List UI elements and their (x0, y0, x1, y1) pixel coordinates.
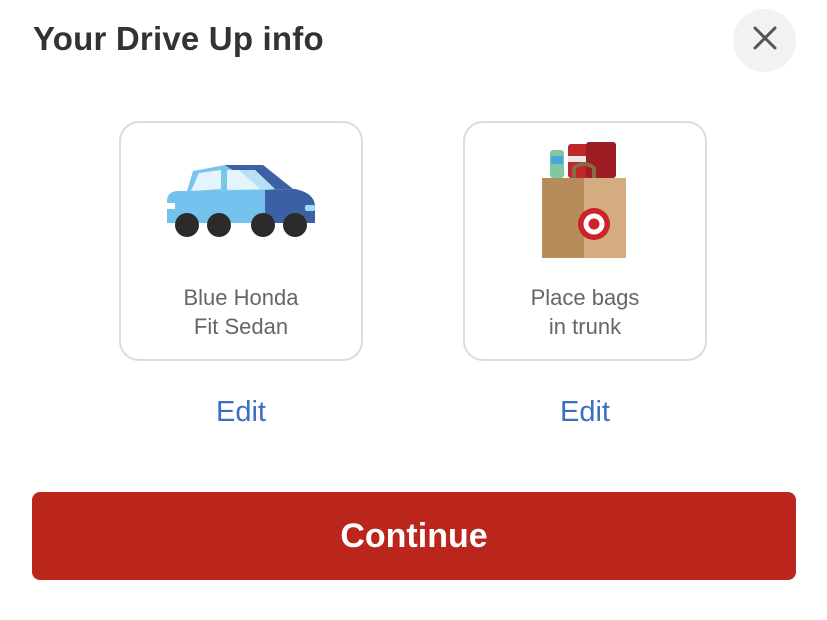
dialog-title: Your Drive Up info (33, 20, 324, 57)
continue-button[interactable]: Continue (32, 492, 796, 580)
pickup-instructions-card[interactable]: Place bags in trunk (463, 121, 707, 361)
edit-pickup-link[interactable]: Edit (463, 396, 707, 429)
edit-vehicle-link[interactable]: Edit (119, 396, 363, 429)
drive-up-info-dialog: Your Drive Up info Blue Honda Fit Sedan … (0, 0, 827, 620)
pickup-line-2: in trunk (548, 314, 622, 339)
vehicle-line-1: Blue Honda (183, 285, 299, 310)
vehicle-card[interactable]: Blue Honda Fit Sedan (119, 121, 363, 361)
vehicle-line-2: Fit Sedan (193, 314, 289, 339)
pickup-line-1: Place bags (530, 285, 640, 310)
close-button[interactable] (733, 9, 796, 72)
close-icon (752, 25, 778, 56)
vehicle-description: Blue Honda Fit Sedan (121, 283, 361, 341)
pickup-description: Place bags in trunk (465, 283, 705, 341)
car-icon (165, 161, 317, 246)
shopping-bag-icon (542, 141, 628, 265)
